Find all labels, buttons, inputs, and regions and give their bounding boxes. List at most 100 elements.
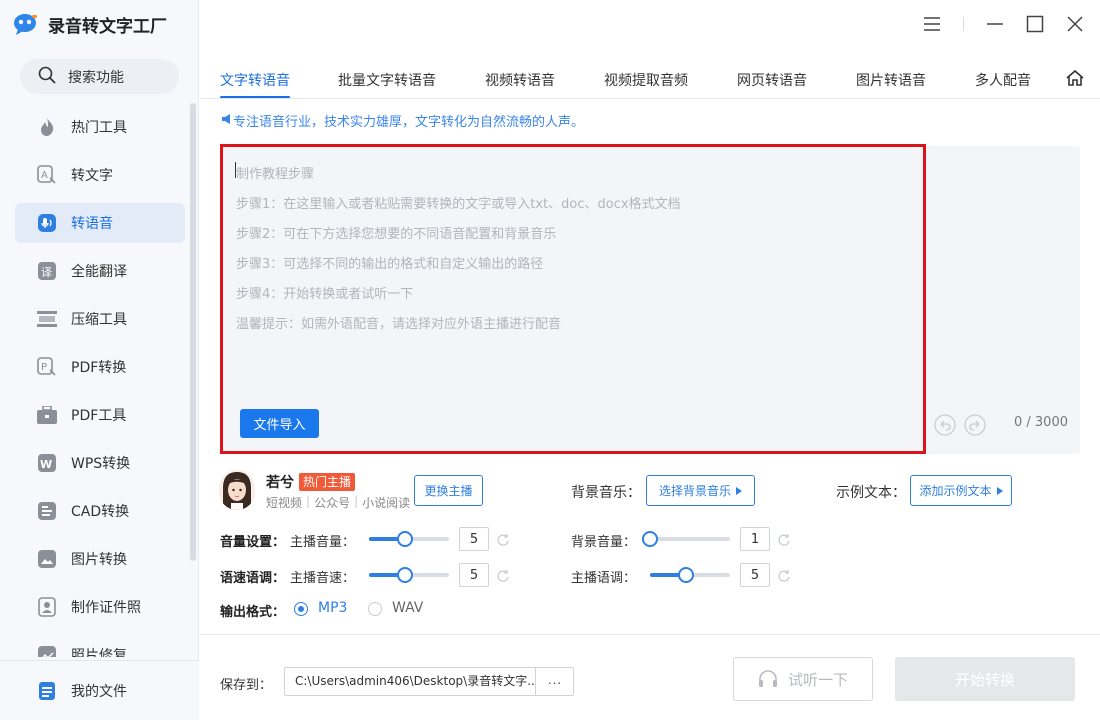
sidebar-item-photo-repair[interactable]: 照片修复 <box>15 635 185 657</box>
reset-icon[interactable] <box>777 568 791 582</box>
reset-icon[interactable] <box>496 568 510 582</box>
reset-icon[interactable] <box>496 532 510 546</box>
image-icon <box>37 549 57 569</box>
preview-listen-label: 试听一下 <box>787 670 848 689</box>
anchor-tag: 公众号 <box>314 496 351 510</box>
anchor-speed-label: 主播音速： <box>290 571 356 586</box>
sidebar-item-to-text[interactable]: A 转文字 <box>15 155 185 195</box>
bg-volume-slider[interactable] <box>642 531 730 547</box>
window-divider <box>963 17 964 31</box>
sidebar-item-to-speech[interactable]: 转语音 <box>15 203 185 243</box>
text-convert-icon: A <box>37 165 57 185</box>
app-window: 录音转文字工厂 搜索功能 热门工具 A 转文字 转语音 译 全能翻译 压缩工具 … <box>0 0 1100 720</box>
anchor-speed-slider[interactable] <box>369 567 449 583</box>
preview-listen-button[interactable]: 试听一下 <box>733 657 873 701</box>
tab-image-to-speech[interactable]: 图片转语音 <box>856 70 926 90</box>
sidebar-item-image-convert[interactable]: 图片转换 <box>15 539 185 579</box>
tab-bar: 文字转语音 批量文字转语音 视频转语音 视频提取音频 网页转语音 图片转语音 多… <box>200 62 1100 99</box>
tab-multi-voice-dubbing[interactable]: 多人配音 <box>975 70 1031 90</box>
radio-wav-label[interactable]: WAV <box>392 600 423 616</box>
undo-icon[interactable] <box>934 414 956 436</box>
anchor-avatar[interactable] <box>219 470 255 510</box>
tab-video-to-speech[interactable]: 视频转语音 <box>485 70 555 90</box>
search-label: 搜索功能 <box>68 69 124 86</box>
app-logo-icon <box>12 12 38 36</box>
sidebar-scrollbar[interactable] <box>190 103 196 561</box>
anchor-volume-value[interactable]: 5 <box>459 527 489 551</box>
slider-knob[interactable] <box>397 531 414 547</box>
editor-line: 步骤2：可在下方选择您想要的不同语音配置和背景音乐 <box>236 227 557 242</box>
editor-line: 温馨提示：如需外语配音，请选择对应外语主播进行配音 <box>236 317 562 332</box>
bg-volume-value[interactable]: 1 <box>740 527 770 551</box>
anchor-speed-value[interactable]: 5 <box>459 563 489 587</box>
sidebar-item-pdf-tools[interactable]: PDF工具 <box>15 395 185 435</box>
editor-line: 步骤1：在这里输入或者粘贴需要转换的文字或导入txt、doc、docx格式文档 <box>236 197 681 212</box>
editor-placeholder: 制作教程步骤 步骤1：在这里输入或者粘贴需要转换的文字或导入txt、doc、do… <box>236 160 916 340</box>
add-sample-text-button[interactable]: 添加示例文本 <box>910 475 1012 506</box>
select-bg-music-label: 选择背景音乐 <box>658 484 731 498</box>
tab-video-extract-audio[interactable]: 视频提取音频 <box>604 70 688 90</box>
sidebar-item-pdf-convert[interactable]: P PDF转换 <box>15 347 185 387</box>
brand: 录音转文字工厂 <box>12 10 167 38</box>
tab-text-to-speech[interactable]: 文字转语音 <box>220 70 290 90</box>
change-anchor-button[interactable]: 更换主播 <box>414 475 483 506</box>
sidebar-item-translate[interactable]: 译 全能翻译 <box>15 251 185 291</box>
sidebar-item-id-photo[interactable]: 制作证件照 <box>15 587 185 627</box>
sidebar-item-hot-tools[interactable]: 热门工具 <box>15 107 185 147</box>
editor-line: 步骤3：可选择不同的输出的格式和自定义输出的路径 <box>236 257 544 272</box>
fire-icon <box>37 117 57 137</box>
sidebar-item-compress[interactable]: 压缩工具 <box>15 299 185 339</box>
search-icon <box>38 66 56 88</box>
save-to-label: 保存到： <box>220 678 273 693</box>
browse-path-button[interactable]: ··· <box>535 667 574 696</box>
anchor-pitch-label: 主播语调： <box>571 571 637 586</box>
app-title: 录音转文字工厂 <box>48 16 167 37</box>
save-path-field[interactable]: C:\Users\admin406\Desktop\录音转文字... <box>284 667 536 696</box>
slogan-text: 专注语音行业，技术实力雄厚，文字转化为自然流畅的人声。 <box>233 115 585 130</box>
bg-music-label: 背景音乐： <box>571 485 641 501</box>
start-convert-button[interactable]: 开始转换 <box>895 657 1075 701</box>
output-format-label: 输出格式： <box>220 605 286 620</box>
reset-icon[interactable] <box>777 532 791 546</box>
editor-line: 步骤4：开始转换或者试听一下 <box>236 287 414 302</box>
redo-icon[interactable] <box>964 414 986 436</box>
radio-mp3-label[interactable]: MP3 <box>318 600 347 616</box>
id-photo-icon <box>37 597 57 617</box>
megaphone-icon <box>221 113 233 129</box>
pdf-convert-icon: P <box>37 357 57 377</box>
radio-mp3[interactable] <box>294 602 308 616</box>
slider-knob[interactable] <box>397 567 414 583</box>
select-bg-music-button[interactable]: 选择背景音乐 <box>646 475 755 506</box>
tab-batch-text-to-speech[interactable]: 批量文字转语音 <box>338 70 436 90</box>
anchor-pitch-slider[interactable] <box>650 567 730 583</box>
search-function-button[interactable]: 搜索功能 <box>20 59 179 94</box>
sidebar-item-wps-convert[interactable]: W WPS转换 <box>15 443 185 483</box>
svg-text:P: P <box>41 362 47 373</box>
photo-repair-icon <box>37 645 57 657</box>
maximize-icon[interactable] <box>1023 12 1047 36</box>
sidebar-nav: 热门工具 A 转文字 转语音 译 全能翻译 压缩工具 P PDF转换 PDF工具… <box>15 107 185 657</box>
add-sample-text-label: 添加示例文本 <box>919 484 992 498</box>
svg-text:A: A <box>41 170 48 181</box>
minimize-icon[interactable] <box>983 12 1007 36</box>
caret-right-icon <box>996 484 1003 498</box>
anchor-volume-slider[interactable] <box>369 531 449 547</box>
home-icon[interactable] <box>1065 69 1085 91</box>
hot-anchor-badge: 热门主播 <box>299 473 356 491</box>
radio-wav[interactable] <box>368 602 382 616</box>
slider-knob[interactable] <box>642 531 658 547</box>
menu-icon[interactable] <box>920 12 944 36</box>
anchor-pitch-value[interactable]: 5 <box>740 563 770 587</box>
tag-separator: | <box>354 494 359 508</box>
sidebar-item-my-files[interactable]: 我的文件 <box>0 660 199 720</box>
bottom-divider <box>200 634 1100 635</box>
slider-knob[interactable] <box>678 567 695 583</box>
close-icon[interactable] <box>1063 12 1087 36</box>
svg-text:译: 译 <box>41 266 52 279</box>
tab-webpage-to-speech[interactable]: 网页转语音 <box>737 70 807 90</box>
char-counter: 0 / 3000 <box>1014 415 1068 430</box>
translate-icon: 译 <box>37 261 57 281</box>
sidebar-item-cad-convert[interactable]: CAD转换 <box>15 491 185 531</box>
file-import-button[interactable]: 文件导入 <box>240 409 319 438</box>
anchor-volume-label: 主播音量： <box>290 535 356 550</box>
